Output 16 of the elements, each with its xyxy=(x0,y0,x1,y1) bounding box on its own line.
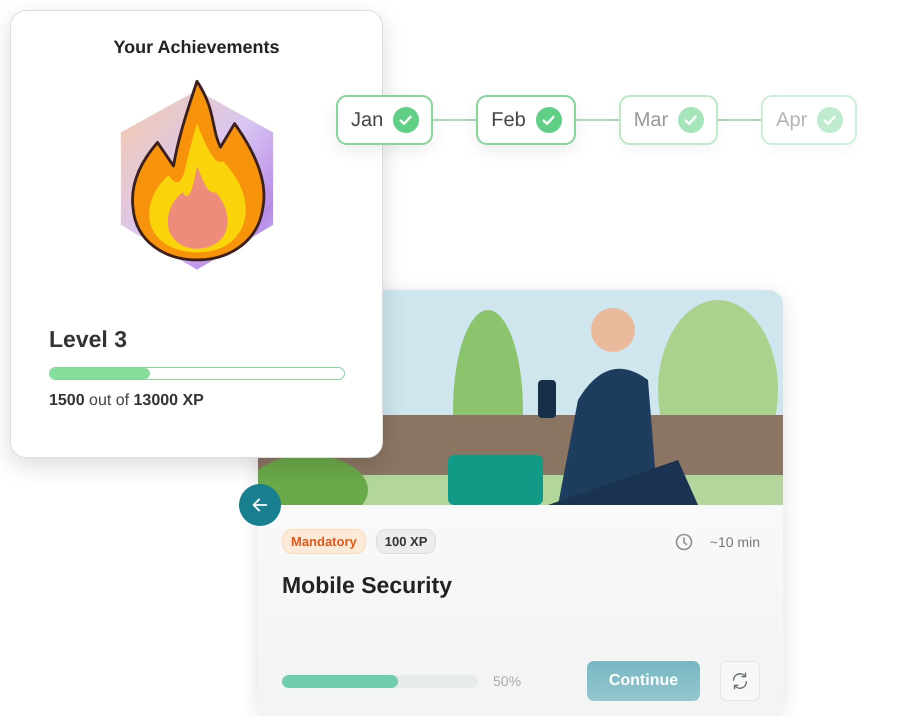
refresh-button[interactable] xyxy=(720,661,760,701)
card-title: Your Achievements xyxy=(113,37,280,58)
tag: Mandatory xyxy=(282,529,366,554)
month-chip[interactable]: Mar xyxy=(618,95,718,145)
progress-percent: 50% xyxy=(493,673,522,689)
tag: 100 XP xyxy=(376,529,436,554)
course-title: Mobile Security xyxy=(282,572,453,599)
month-chip[interactable]: Jan xyxy=(336,95,434,145)
month-chip[interactable]: Apr xyxy=(761,95,858,145)
continue-button[interactable]: Continue xyxy=(587,661,700,701)
xp-text: 1500 out of 13000 XP xyxy=(49,392,204,410)
level-label: Level 3 xyxy=(49,326,127,353)
duration-text: ~10 min xyxy=(710,534,760,550)
back-button[interactable] xyxy=(239,484,281,526)
clock-icon xyxy=(674,532,694,552)
month-chip[interactable]: Feb xyxy=(476,95,576,145)
